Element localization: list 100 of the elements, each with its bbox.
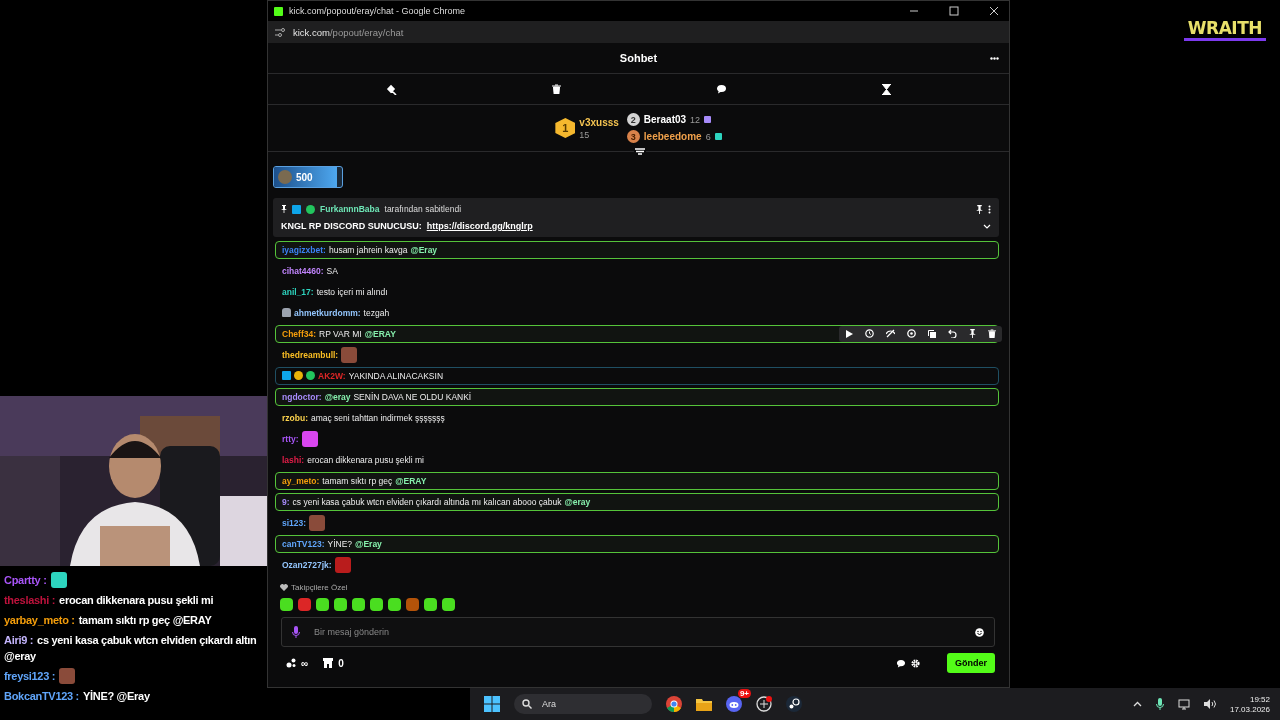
points-icon[interactable] [286,658,296,668]
chat-username: BokcanTV123 : [4,689,79,704]
play-icon[interactable] [845,329,853,338]
close-icon[interactable] [989,6,999,16]
pinned-note: tarafından sabitlendi [384,204,462,214]
store-icon[interactable] [323,658,334,668]
clock-icon[interactable] [865,329,874,338]
chat-message: @eray [4,649,36,664]
mention[interactable]: @eray [324,391,351,402]
kick-logo-icon [274,6,283,16]
chat-username[interactable]: canTV123: [282,538,325,549]
folder-icon[interactable] [696,697,712,711]
chat-username: Airi9 : [4,633,34,648]
chevron-up-icon[interactable] [1132,701,1142,707]
microphone-icon[interactable] [1155,698,1164,710]
chat-message: testo içeri mi alındı [316,286,388,297]
chat-username: yarbay_meto : [4,613,75,628]
emote-icon[interactable] [424,598,437,611]
chevron-down-icon[interactable] [983,223,991,229]
hourglass-icon[interactable] [882,83,892,95]
chat-message: SA [326,265,338,276]
emote-icon[interactable] [352,598,365,611]
chat-bubble-icon[interactable] [896,658,906,668]
emote-icon[interactable] [442,598,455,611]
chat-username[interactable]: cihat4460: [282,265,324,276]
store-count: 0 [338,657,344,669]
address-bar[interactable]: kick.com/popout/eray/chat [293,26,404,38]
gifter-name: leebeedome [643,131,702,142]
emote-icon[interactable] [334,598,347,611]
emote-icon[interactable] [298,598,311,611]
chrome-icon[interactable] [666,696,682,712]
trash-icon[interactable] [988,329,996,338]
clock-time[interactable]: 19:52 [1249,694,1270,704]
badge-icon [306,204,315,214]
chat-username[interactable]: rzobu: [282,412,308,423]
emote-icon[interactable] [370,598,383,611]
message-field[interactable]: Bir mesaj gönderin [281,617,995,647]
chat-username[interactable]: lashi: [282,454,305,465]
pin-icon[interactable] [969,329,976,338]
trash-icon[interactable] [551,84,561,94]
gavel-icon[interactable] [385,83,397,95]
chat-message: YAKINDA ALINACAKSIN [348,370,444,381]
emote-icon[interactable] [388,598,401,611]
chat-message: RP VAR MI [319,328,362,339]
start-icon[interactable] [484,696,500,712]
more-icon[interactable] [988,204,991,214]
chat-username[interactable]: ay_meto: [282,475,320,486]
moderator-badge-icon [292,204,301,214]
emote-icon[interactable] [406,598,419,611]
network-icon[interactable] [1177,698,1190,710]
goal-bar[interactable]: 500 [273,166,343,188]
send-button[interactable]: Gönder [947,653,995,673]
chat-username[interactable]: iyagizxbet: [282,244,326,255]
chat-username[interactable]: anil_17: [282,286,314,297]
gift-icon [704,116,712,123]
chat-username[interactable]: thedreambull: [282,349,339,360]
search-icon [522,699,532,709]
more-icon[interactable] [990,57,999,60]
emote-icon[interactable] [280,598,293,611]
chat-bubble-icon[interactable] [716,84,728,94]
chat-username: Cpartty : [4,573,47,588]
mention[interactable]: @ERAY [364,328,396,339]
chat-username[interactable]: AK2W: [318,370,346,381]
chat-username[interactable]: Ozan2727jk: [282,559,332,570]
undo-icon[interactable] [948,329,957,338]
chat-username[interactable]: si123: [282,517,307,528]
chat-username[interactable]: rtty: [282,433,299,444]
collapse-icon[interactable] [633,148,646,156]
chat-message: cs yeni kasa çabuk wtcn elviden çıkardı altında mı kalıcan abooo çabuk [292,496,562,507]
discord-link[interactable]: https://discord.gg/knglrp [426,221,533,231]
discord-icon[interactable] [726,696,742,712]
microphone-icon[interactable] [292,626,300,638]
pin-icon[interactable] [976,204,983,214]
maximize-icon[interactable] [949,6,959,16]
search-field[interactable]: Ara [514,694,652,714]
helmet-badge-icon [282,308,291,317]
notification-badge: 9+ [737,689,751,698]
copy-icon[interactable] [928,329,936,338]
volume-icon[interactable] [1203,699,1216,709]
emoji-icon[interactable] [975,627,984,637]
settings-icon[interactable] [911,658,920,668]
chat-username[interactable]: ngdoctor: [282,391,322,402]
gift-icon [714,133,722,140]
app-icon[interactable] [756,696,772,712]
message-input[interactable]: Bir mesaj gönderin [312,626,963,638]
gift-count: 6 [705,131,711,142]
pinner-name: FurkannnBaba [320,204,380,214]
chat-username[interactable]: 9: [282,496,290,507]
mention[interactable]: @Eray [410,244,438,255]
mention[interactable]: @eray [564,496,591,507]
chat-username[interactable]: ahmetkurdomm: [294,307,361,318]
clock-date[interactable]: 17.03.2026 [1229,704,1270,714]
site-settings-icon[interactable] [275,27,285,37]
emote-icon[interactable] [316,598,329,611]
mention[interactable]: @ERAY [395,475,427,486]
chat-username[interactable]: Cheff34: [282,328,316,339]
chat-message: cs yeni kasa çabuk wtcn elviden çıkardı altın [37,633,257,648]
mention-icon[interactable] [907,329,916,338]
chat-username: freysi123 : [4,669,56,684]
mention[interactable]: @Eray [355,538,382,549]
